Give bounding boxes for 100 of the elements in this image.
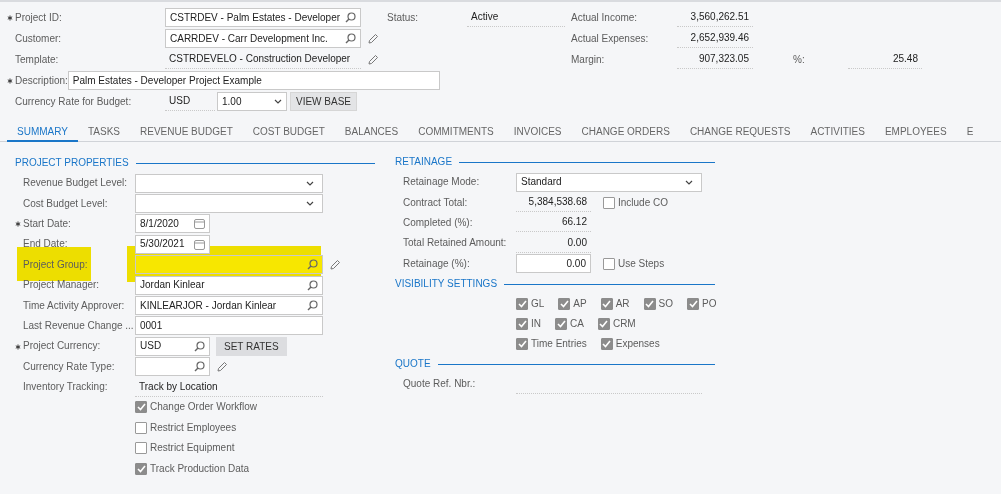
search-icon[interactable] xyxy=(194,340,205,352)
checkbox[interactable] xyxy=(603,257,615,270)
total-value: 907,323.05 xyxy=(677,50,753,69)
checkbox[interactable] xyxy=(687,297,700,310)
field-label: Project ID: xyxy=(15,11,63,24)
field-label: Completed (%): xyxy=(403,216,474,229)
pencil-icon[interactable] xyxy=(367,53,379,66)
tab[interactable]: BALANCES xyxy=(334,118,409,142)
checkbox[interactable] xyxy=(643,297,656,310)
total-value: 2,652,939.46 xyxy=(677,29,753,48)
field-label: Cost Budget Level: xyxy=(23,197,109,210)
date-field[interactable]: 5/30/2021 xyxy=(135,234,210,254)
checkbox-label: Time Entries xyxy=(531,337,587,350)
checkbox[interactable] xyxy=(135,442,147,455)
tab[interactable]: ACTIVITIES xyxy=(800,118,875,142)
pencil-icon[interactable] xyxy=(367,32,379,45)
set-rates-button[interactable]: SET RATES xyxy=(216,336,287,356)
checkbox[interactable] xyxy=(135,401,147,414)
field-label: Customer: xyxy=(15,32,63,45)
tab[interactable]: TASKS xyxy=(77,118,130,142)
lookup-field[interactable] xyxy=(135,357,210,377)
calendar-icon[interactable] xyxy=(194,238,205,250)
select-field[interactable] xyxy=(135,173,323,193)
tab[interactable]: CHANGE ORDERS xyxy=(571,118,680,142)
tab[interactable]: E xyxy=(956,118,984,142)
field-label: Project Currency: xyxy=(23,340,102,353)
checkbox-label: SO xyxy=(658,297,674,310)
select-field[interactable]: Standard xyxy=(516,172,702,192)
checkbox-label: Change Order Workflow xyxy=(150,401,258,414)
lookup-field[interactable]: USD xyxy=(135,336,210,356)
field-label: Project Group: xyxy=(23,258,89,271)
field-label: Last Revenue Change ... xyxy=(23,319,135,332)
tab[interactable]: CHANGE REQUESTS xyxy=(679,118,801,142)
search-icon[interactable] xyxy=(307,279,318,291)
tab[interactable]: REVENUE BUDGET xyxy=(130,118,243,142)
field-value: 66.12 xyxy=(516,213,591,233)
text-field[interactable]: Palm Estates - Developer Project Example xyxy=(67,71,440,90)
field-label: Quote Ref. Nbr.: xyxy=(403,378,477,391)
field-label: Start Date: xyxy=(23,217,72,230)
checkbox-label: PO xyxy=(702,297,717,310)
tab[interactable]: EMPLOYEES xyxy=(874,118,957,142)
checkbox-label: Track Production Data xyxy=(150,462,250,475)
calendar-icon[interactable] xyxy=(194,218,205,230)
checkbox-label: CA xyxy=(570,317,584,330)
section-heading: VISIBILITY SETTINGS xyxy=(395,277,498,290)
total-label: Actual Expenses: xyxy=(571,32,650,45)
field-value: USD xyxy=(165,92,215,111)
checkbox[interactable] xyxy=(600,297,613,310)
chevron-down-icon[interactable] xyxy=(274,99,282,104)
lookup-field[interactable]: CARRDEV - Carr Development Inc. xyxy=(165,29,361,48)
field-value: 0.00 xyxy=(516,233,591,253)
chevron-down-icon[interactable] xyxy=(306,180,314,186)
field-label: Revenue Budget Level: xyxy=(23,177,128,190)
lookup-field[interactable]: CSTRDEV - Palm Estates - Developer xyxy=(165,8,361,27)
rate-select[interactable]: 1.00 xyxy=(217,92,287,111)
checkbox[interactable] xyxy=(516,297,528,310)
checkbox[interactable] xyxy=(516,337,528,350)
checkbox[interactable] xyxy=(600,337,613,350)
chevron-down-icon[interactable] xyxy=(685,179,693,185)
pencil-icon[interactable] xyxy=(329,258,341,271)
checkbox-label: Restrict Employees xyxy=(150,421,237,434)
field-value: Track by Location xyxy=(135,377,323,397)
field-label: Retainage Mode: xyxy=(403,176,481,189)
tab[interactable]: INVOICES xyxy=(503,118,572,142)
lookup-field[interactable]: KINLEARJOR - Jordan Kinlear xyxy=(135,296,323,316)
checkbox[interactable] xyxy=(135,421,147,434)
percent-value: 25.48 xyxy=(848,50,922,69)
section-heading: RETAINAGE xyxy=(395,156,453,168)
status-label: Status: xyxy=(387,11,420,24)
field-value: 5,384,538.68 xyxy=(516,193,591,213)
checkbox[interactable] xyxy=(603,196,615,209)
total-label: Actual Income: xyxy=(571,11,639,24)
checkbox[interactable] xyxy=(555,317,567,330)
view-base-button[interactable]: VIEW BASE xyxy=(290,92,357,111)
field-label: Currency Rate for Budget: xyxy=(15,95,133,108)
select-field[interactable] xyxy=(135,194,323,214)
checkbox[interactable] xyxy=(558,297,571,310)
checkbox-label: CRM xyxy=(612,317,636,330)
pencil-icon[interactable] xyxy=(216,360,228,373)
checkbox[interactable] xyxy=(135,462,147,475)
lookup-field[interactable]: Jordan Kinlear xyxy=(135,275,323,295)
tab[interactable]: SUMMARY xyxy=(7,118,78,142)
field-label: Inventory Tracking: xyxy=(23,381,109,394)
search-icon[interactable] xyxy=(345,12,356,23)
tab[interactable]: COMMITMENTS xyxy=(408,118,504,142)
checkbox-label: AP xyxy=(573,297,587,310)
text-field[interactable]: 0001 xyxy=(135,316,323,336)
field-label: Retainage (%): xyxy=(403,257,471,270)
date-field[interactable]: 8/1/2020 xyxy=(135,214,210,234)
search-icon[interactable] xyxy=(307,300,318,312)
section-heading: QUOTE xyxy=(395,357,431,370)
lookup-field[interactable] xyxy=(135,255,323,275)
search-icon[interactable] xyxy=(194,361,205,373)
search-icon[interactable] xyxy=(345,33,356,44)
search-icon[interactable] xyxy=(307,259,318,271)
tab[interactable]: COST BUDGET xyxy=(242,118,335,142)
chevron-down-icon[interactable] xyxy=(306,201,314,207)
checkbox[interactable] xyxy=(597,317,610,330)
checkbox[interactable] xyxy=(516,317,528,330)
number-field[interactable]: 0.00 xyxy=(516,254,591,274)
